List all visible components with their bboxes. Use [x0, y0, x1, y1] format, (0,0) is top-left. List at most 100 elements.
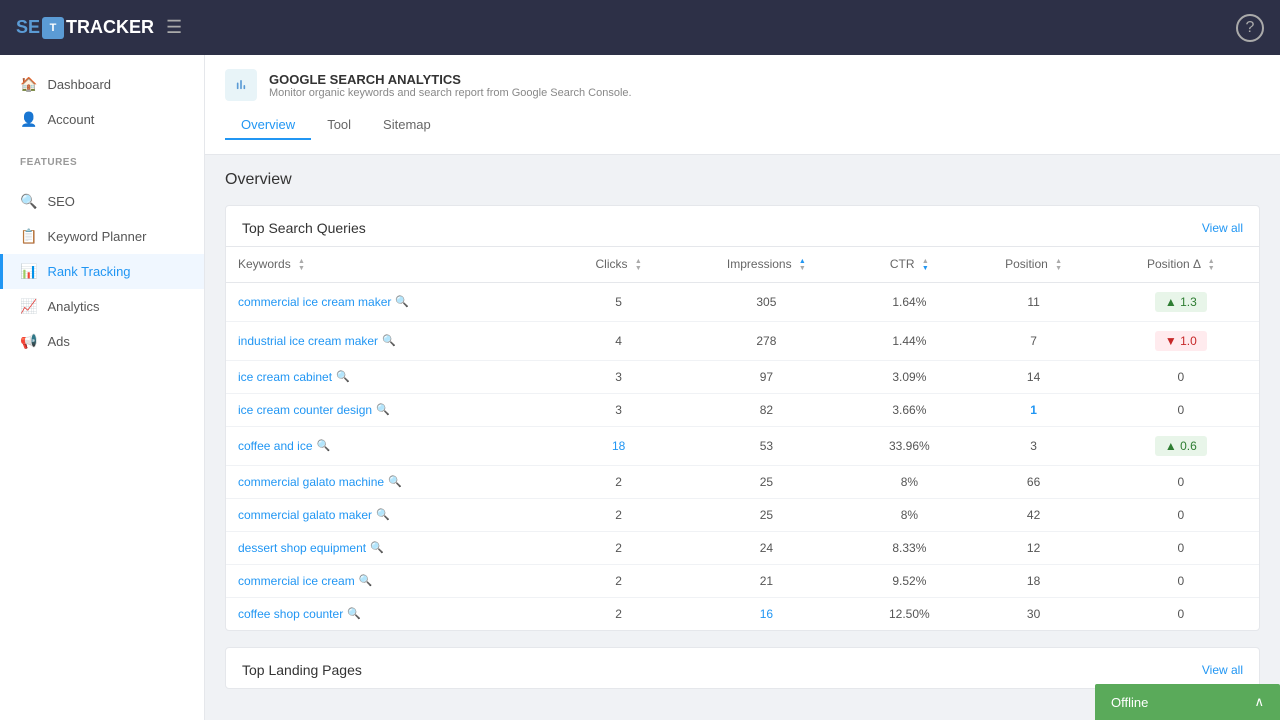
search-icon: 🔍 — [395, 295, 409, 308]
tab-sitemap[interactable]: Sitemap — [367, 111, 447, 140]
table-header-row: Keywords ▲▼ Clicks ▲▼ Impressions ▲▼ — [226, 247, 1259, 283]
col-keywords[interactable]: Keywords ▲▼ — [226, 247, 559, 283]
rank-tracking-icon: 📊 — [20, 263, 37, 280]
search-queries-body: commercial ice cream maker 🔍53051.64%11▲… — [226, 282, 1259, 630]
top-landing-pages-card: Top Landing Pages View all — [225, 647, 1260, 689]
table-row: commercial ice cream maker 🔍53051.64%11▲… — [226, 282, 1259, 321]
top-navigation: SE T TRACKER ☰ ? — [0, 0, 1280, 55]
page-title: GOOGLE SEARCH ANALYTICS — [269, 72, 632, 87]
impressions-cell: 25 — [679, 465, 855, 498]
top-landing-view-all[interactable]: View all — [1202, 663, 1243, 677]
tab-tool[interactable]: Tool — [311, 111, 367, 140]
clicks-cell: 2 — [559, 564, 679, 597]
keyword-link[interactable]: coffee and ice 🔍 — [238, 439, 547, 453]
keyword-link[interactable]: commercial galato maker 🔍 — [238, 508, 547, 522]
top-landing-header: Top Landing Pages View all — [226, 648, 1259, 688]
main-layout: 🏠 Dashboard 👤 Account FEATURES 🔍 SEO 📋 K… — [0, 55, 1280, 720]
sidebar-item-label-rank-tracking: Rank Tracking — [47, 264, 130, 279]
position-delta-cell: 0 — [1103, 360, 1259, 393]
clicks-cell: 2 — [559, 498, 679, 531]
ctr-cell: 8% — [854, 465, 964, 498]
delta-badge-up: ▲ 1.3 — [1155, 292, 1207, 312]
impressions-sort-icon: ▲▼ — [799, 258, 806, 272]
page-header-text: GOOGLE SEARCH ANALYTICS Monitor organic … — [269, 72, 632, 99]
col-impressions[interactable]: Impressions ▲▼ — [679, 247, 855, 283]
sidebar-item-rank-tracking[interactable]: 📊 Rank Tracking — [0, 254, 204, 289]
offline-label: Offline — [1111, 695, 1148, 710]
sidebar-item-analytics[interactable]: 📈 Analytics — [0, 289, 204, 324]
search-icon: 🔍 — [382, 334, 396, 347]
clicks-cell: 18 — [559, 426, 679, 465]
logo-se: SE — [16, 17, 40, 38]
col-position-delta[interactable]: Position Δ ▲▼ — [1103, 247, 1259, 283]
dashboard-icon: 🏠 — [20, 76, 37, 93]
ads-icon: 📢 — [20, 333, 37, 350]
ctr-cell: 12.50% — [854, 597, 964, 630]
content-area: GOOGLE SEARCH ANALYTICS Monitor organic … — [205, 55, 1280, 720]
nav-left: SE T TRACKER ☰ — [16, 17, 182, 39]
table-row: ice cream counter design 🔍3823.66%10 — [226, 393, 1259, 426]
keyword-link[interactable]: commercial galato machine 🔍 — [238, 475, 547, 489]
clicks-cell: 4 — [559, 321, 679, 360]
position-delta-cell: 0 — [1103, 564, 1259, 597]
keyword-link[interactable]: ice cream counter design 🔍 — [238, 403, 547, 417]
offline-button[interactable]: Offline ∧ — [1095, 684, 1280, 720]
position-cell: 14 — [965, 360, 1103, 393]
keyword-link[interactable]: commercial ice cream maker 🔍 — [238, 295, 547, 309]
keyword-link[interactable]: dessert shop equipment 🔍 — [238, 541, 547, 555]
position-delta-sort-icon: ▲▼ — [1208, 258, 1215, 272]
ctr-cell: 9.52% — [854, 564, 964, 597]
sidebar-item-ads[interactable]: 📢 Ads — [0, 324, 204, 359]
card-header: Top Search Queries View all — [226, 206, 1259, 246]
clicks-cell: 2 — [559, 465, 679, 498]
clicks-cell: 2 — [559, 597, 679, 630]
search-icon: 🔍 — [347, 607, 361, 620]
hamburger-menu[interactable]: ☰ — [166, 17, 182, 38]
impressions-cell: 305 — [679, 282, 855, 321]
logo-tracker: TRACKER — [66, 17, 154, 38]
sidebar-item-keyword-planner[interactable]: 📋 Keyword Planner — [0, 219, 204, 254]
sidebar-item-dashboard[interactable]: 🏠 Dashboard — [0, 67, 204, 102]
sidebar-item-seo[interactable]: 🔍 SEO — [0, 184, 204, 219]
position-cell: 7 — [965, 321, 1103, 360]
keyword-link[interactable]: industrial ice cream maker 🔍 — [238, 334, 547, 348]
keyword-link[interactable]: ice cream cabinet 🔍 — [238, 370, 547, 384]
ctr-cell: 1.64% — [854, 282, 964, 321]
tab-overview[interactable]: Overview — [225, 111, 311, 140]
position-delta-cell: 0 — [1103, 393, 1259, 426]
table-row: commercial galato maker 🔍2258%420 — [226, 498, 1259, 531]
features-section-label: FEATURES — [0, 149, 204, 172]
ctr-cell: 8% — [854, 498, 964, 531]
search-icon: 🔍 — [317, 439, 331, 452]
sidebar: 🏠 Dashboard 👤 Account FEATURES 🔍 SEO 📋 K… — [0, 55, 205, 720]
position-cell: 12 — [965, 531, 1103, 564]
table-row: industrial ice cream maker 🔍42781.44%7▼ … — [226, 321, 1259, 360]
help-icon[interactable]: ? — [1236, 14, 1264, 42]
table-row: commercial galato machine 🔍2258%660 — [226, 465, 1259, 498]
table-row: commercial ice cream 🔍2219.52%180 — [226, 564, 1259, 597]
position-cell: 1 — [965, 393, 1103, 426]
search-icon: 🔍 — [376, 508, 390, 521]
logo: SE T TRACKER — [16, 17, 154, 39]
card-title: Top Search Queries — [242, 220, 366, 236]
impressions-cell: 25 — [679, 498, 855, 531]
search-icon: 🔍 — [376, 403, 390, 416]
delta-badge-up: ▲ 0.6 — [1155, 436, 1207, 456]
sidebar-item-label-ads: Ads — [47, 334, 69, 349]
table-row: dessert shop equipment 🔍2248.33%120 — [226, 531, 1259, 564]
view-all-link[interactable]: View all — [1202, 221, 1243, 235]
col-position[interactable]: Position ▲▼ — [965, 247, 1103, 283]
sidebar-item-account[interactable]: 👤 Account — [0, 102, 204, 137]
sidebar-item-label-seo: SEO — [47, 194, 74, 209]
ctr-cell: 8.33% — [854, 531, 964, 564]
impressions-cell: 97 — [679, 360, 855, 393]
col-clicks[interactable]: Clicks ▲▼ — [559, 247, 679, 283]
clicks-cell: 5 — [559, 282, 679, 321]
search-queries-table: Keywords ▲▼ Clicks ▲▼ Impressions ▲▼ — [226, 246, 1259, 630]
col-ctr[interactable]: CTR ▲▼ — [854, 247, 964, 283]
offline-container: Offline ∧ — [1095, 684, 1280, 720]
keyword-link[interactable]: commercial ice cream 🔍 — [238, 574, 547, 588]
keyword-link[interactable]: coffee shop counter 🔍 — [238, 607, 547, 621]
clicks-cell: 2 — [559, 531, 679, 564]
position-delta-cell: 0 — [1103, 465, 1259, 498]
